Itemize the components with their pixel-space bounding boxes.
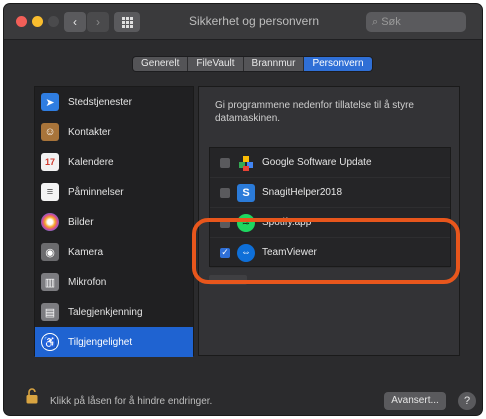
- show-all-button[interactable]: [114, 12, 140, 32]
- snagit-icon: S: [237, 183, 255, 202]
- tab-filevault[interactable]: FileVault: [188, 57, 244, 71]
- camera-icon: ◉: [41, 243, 59, 261]
- privacy-category-list: ➤ Stedstjenester ☺ Kontakter 17 Kalender…: [34, 86, 194, 357]
- sidebar-item-label: Mikrofon: [68, 276, 107, 288]
- tab-personvern[interactable]: Personvern: [304, 57, 372, 71]
- advanced-button[interactable]: Avansert...: [384, 392, 446, 410]
- help-button[interactable]: ?: [458, 392, 476, 410]
- chevron-left-icon: ‹: [73, 15, 77, 29]
- lock-icon[interactable]: [26, 388, 38, 404]
- sidebar-item-kontakter[interactable]: ☺ Kontakter: [35, 117, 193, 147]
- sidebar-item-label: Kontakter: [68, 126, 111, 138]
- sidebar-item-kalendere[interactable]: 17 Kalendere: [35, 147, 193, 177]
- preferences-window: ‹ › Sikkerhet og personvern ⌕ Søk Genere…: [4, 4, 482, 415]
- tab-brannmur[interactable]: Brannmur: [243, 57, 305, 71]
- sidebar-item-label: Påminnelser: [68, 186, 124, 198]
- app-row-snagithelper[interactable]: S SnagitHelper2018: [210, 178, 450, 208]
- app-name: Google Software Update: [262, 157, 372, 168]
- sidebar-item-bilder[interactable]: Bilder: [35, 207, 193, 237]
- microphone-icon: ▥: [41, 273, 59, 291]
- window-title: Sikkerhet og personvern: [188, 14, 320, 28]
- google-update-icon: [237, 154, 255, 172]
- reminders-list-icon: ≡: [41, 183, 59, 201]
- photos-flower-icon: [41, 213, 59, 231]
- zoom-window-button[interactable]: [48, 16, 59, 27]
- location-arrow-icon: ➤: [41, 93, 59, 111]
- calendar-icon: 17: [41, 153, 59, 171]
- sidebar-item-label: Tilgjengelighet: [68, 336, 133, 348]
- sidebar-item-kamera[interactable]: ◉ Kamera: [35, 237, 193, 267]
- sidebar-item-label: Stedstjenester: [68, 96, 132, 108]
- search-placeholder: Søk: [381, 16, 401, 28]
- sidebar-item-paminnelser[interactable]: ≡ Påminnelser: [35, 177, 193, 207]
- app-row-google-software-update[interactable]: Google Software Update: [210, 148, 450, 178]
- highlight-annotation: [192, 218, 460, 284]
- forward-button[interactable]: ›: [87, 12, 109, 32]
- sidebar-item-tilgjengelighet[interactable]: ♿ Tilgjengelighet: [35, 327, 193, 357]
- sidebar-item-label: Bilder: [68, 216, 94, 228]
- search-input[interactable]: ⌕ Søk: [366, 12, 466, 32]
- sidebar-item-label: Kalendere: [68, 156, 114, 168]
- contacts-book-icon: ☺: [41, 123, 59, 141]
- sidebar-item-mikrofon[interactable]: ▥ Mikrofon: [35, 267, 193, 297]
- close-window-button[interactable]: [16, 16, 27, 27]
- minimize-window-button[interactable]: [32, 16, 43, 27]
- speech-recognition-icon: ▤: [41, 303, 59, 321]
- lock-hint-text: Klikk på låsen for å hindre endringer.: [50, 396, 213, 407]
- app-checkbox[interactable]: [220, 187, 230, 198]
- app-name: SnagitHelper2018: [262, 187, 343, 198]
- sidebar-item-talegjenkjenning[interactable]: ▤ Talegjenkjenning: [35, 297, 193, 327]
- sidebar-item-stedstjenester[interactable]: ➤ Stedstjenester: [35, 87, 193, 117]
- pane-description: Gi programmene nedenfor tillatelse til å…: [215, 100, 414, 124]
- search-icon: ⌕: [372, 16, 382, 28]
- back-button[interactable]: ‹: [64, 12, 86, 32]
- sidebar-item-label: Kamera: [68, 246, 104, 258]
- tab-generelt[interactable]: Generelt: [133, 57, 189, 71]
- title-bar: ‹ › Sikkerhet og personvern ⌕ Søk: [4, 4, 482, 40]
- accessibility-icon: ♿: [41, 333, 59, 351]
- sidebar-item-label: Talegjenkjenning: [68, 306, 143, 318]
- tab-bar: Generelt FileVault Brannmur Personvern: [132, 56, 373, 72]
- chevron-right-icon: ›: [96, 15, 100, 29]
- app-checkbox[interactable]: [220, 157, 230, 168]
